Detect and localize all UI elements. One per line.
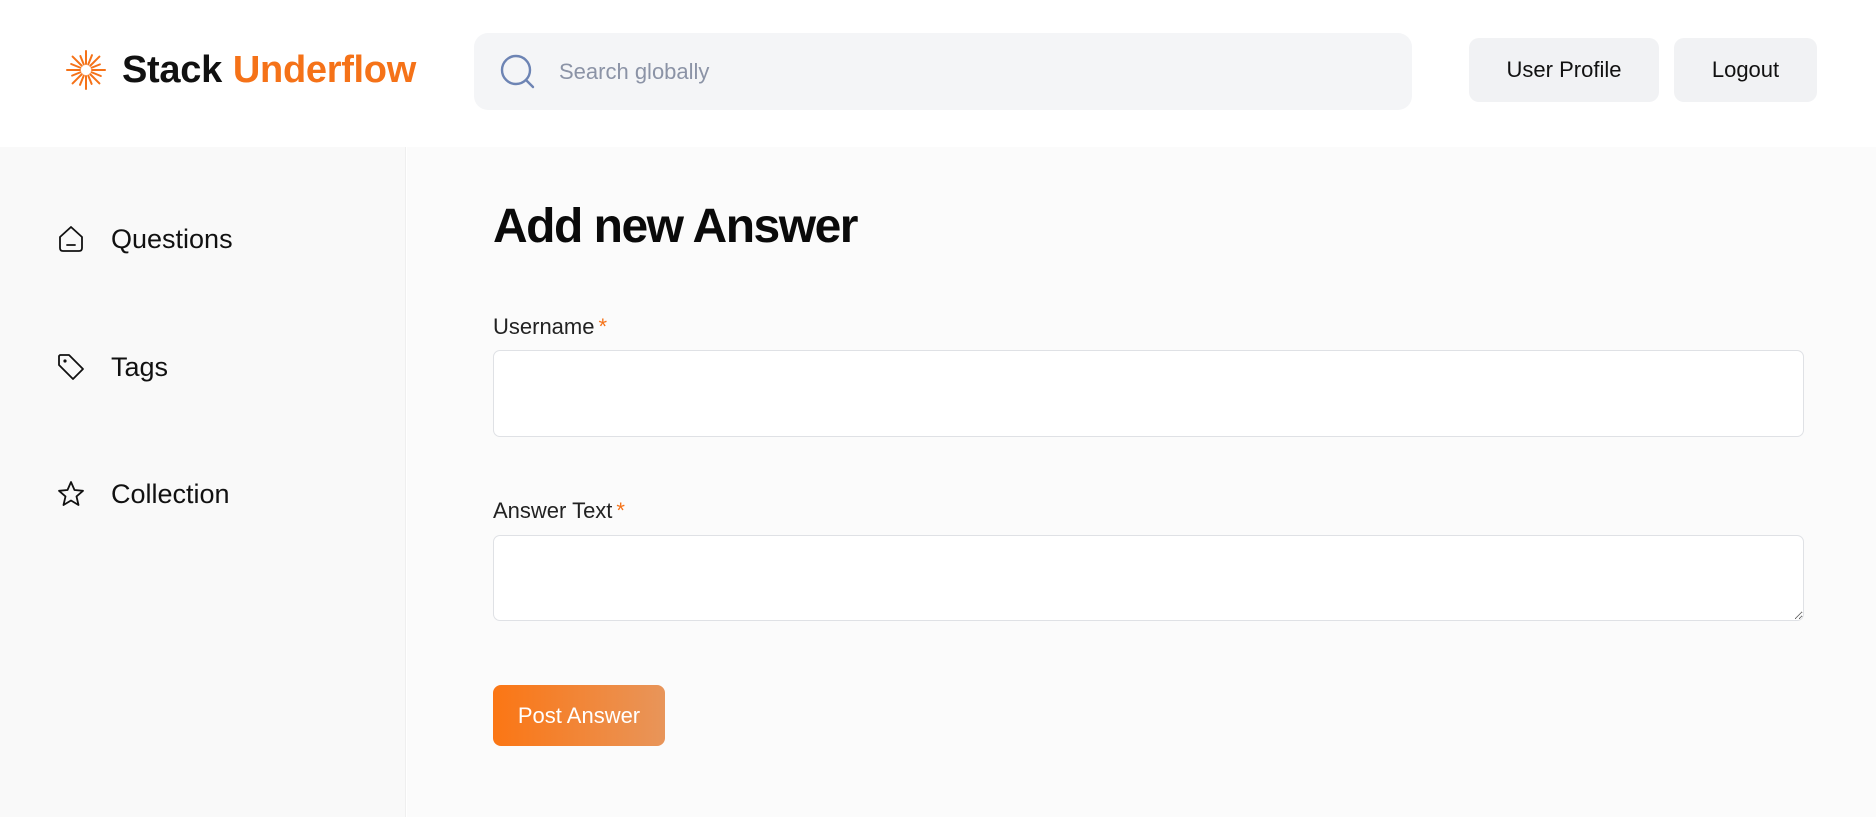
- sidebar-item-label: Tags: [111, 351, 169, 382]
- answer-text-field[interactable]: [493, 535, 1804, 621]
- top-header: Stack Underflow User Profile Logout: [0, 0, 1876, 147]
- search-input[interactable]: [559, 58, 1359, 85]
- answer-text-label-text: Answer Text: [493, 498, 613, 523]
- main-content: Add new Answer Username * Answer Text * Po…: [407, 147, 1876, 817]
- username-label: Username *: [493, 314, 607, 340]
- global-search[interactable]: [474, 33, 1412, 110]
- sidebar-item-collection[interactable]: Collection: [56, 472, 230, 516]
- star-icon: [58, 481, 84, 506]
- sidebar-item-questions[interactable]: Questions: [56, 217, 233, 261]
- brand-name-primary: Stack: [122, 48, 222, 91]
- username-field[interactable]: [493, 350, 1804, 437]
- required-marker: *: [598, 314, 608, 339]
- tag-icon: [58, 354, 84, 380]
- answer-text-label: Answer Text *: [493, 498, 625, 524]
- user-profile-button[interactable]: User Profile: [1469, 38, 1659, 102]
- sidebar-item-label: Questions: [111, 223, 233, 254]
- post-answer-button[interactable]: Post Answer: [493, 685, 665, 746]
- page-title: Add new Answer: [493, 200, 858, 253]
- sunburst-logo-icon: [66, 50, 106, 90]
- required-marker: *: [616, 498, 625, 523]
- username-label-text: Username: [493, 314, 595, 339]
- sidebar-item-label: Collection: [111, 478, 230, 509]
- sidebar-item-tags[interactable]: Tags: [56, 345, 168, 389]
- logout-button[interactable]: Logout: [1674, 38, 1817, 102]
- brand-name-accent: Underflow: [232, 48, 416, 91]
- home-icon: [59, 226, 83, 252]
- sidebar: Questions Tags Collection: [0, 147, 406, 817]
- brand[interactable]: Stack Underflow: [64, 44, 416, 96]
- search-icon: [500, 54, 535, 88]
